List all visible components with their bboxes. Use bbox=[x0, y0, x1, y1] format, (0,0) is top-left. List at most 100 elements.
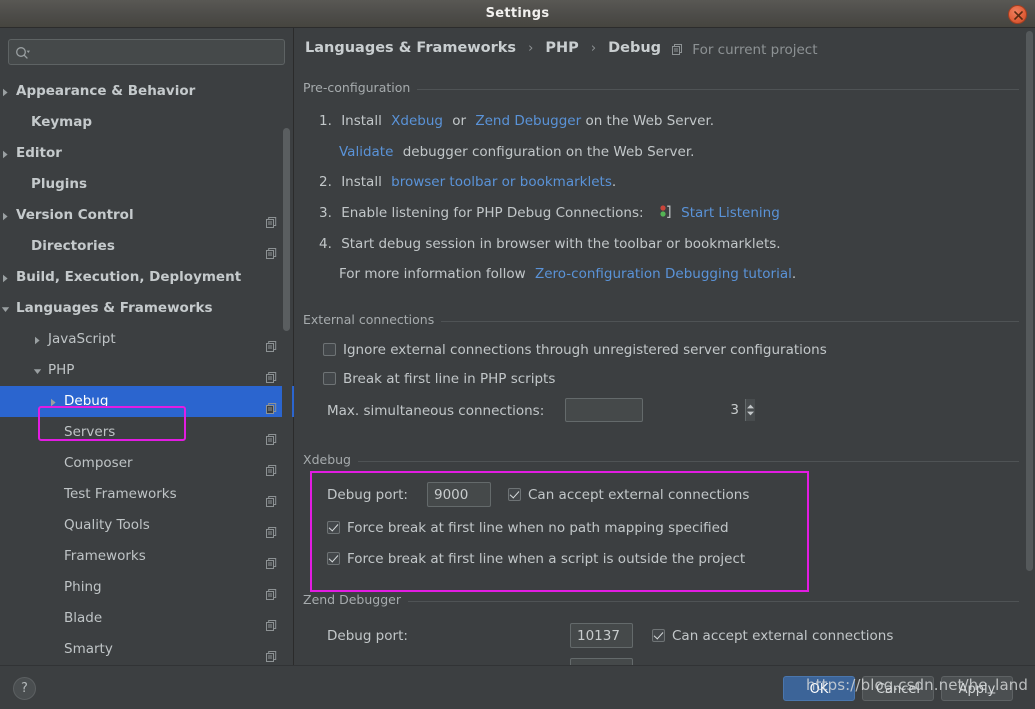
checkbox-box[interactable] bbox=[323, 343, 336, 356]
chevron-down-icon[interactable] bbox=[0, 293, 12, 324]
sidebar-scrollbar-track[interactable] bbox=[282, 76, 292, 665]
stepper-down-icon[interactable] bbox=[746, 411, 755, 416]
start-listening-icon[interactable] bbox=[659, 205, 672, 223]
max-connections-stepper[interactable] bbox=[565, 398, 755, 422]
close-icon[interactable] bbox=[1008, 5, 1027, 24]
sidebar-item-javascript[interactable]: JavaScript bbox=[0, 324, 294, 355]
checkbox-zend-accept-external[interactable]: Can accept external connections bbox=[652, 628, 893, 644]
chevron-right-icon[interactable] bbox=[0, 76, 12, 107]
preconfig-step-4: 4. Start debug session in browser with t… bbox=[319, 236, 781, 252]
checkbox-box[interactable] bbox=[327, 521, 340, 534]
sidebar-item-smarty[interactable]: Smarty bbox=[0, 634, 294, 665]
sidebar-item-keymap[interactable]: Keymap bbox=[0, 107, 294, 138]
sidebar-scrollbar-thumb[interactable] bbox=[283, 128, 290, 331]
breadcrumb-item-1[interactable]: PHP bbox=[545, 40, 578, 56]
zend-debugger-link[interactable]: Zend Debugger bbox=[475, 113, 581, 129]
group-external-connections: External connections bbox=[303, 312, 1019, 330]
window-title: Settings bbox=[485, 6, 550, 21]
sidebar-item-label: Debug bbox=[64, 393, 109, 409]
max-connections-input[interactable] bbox=[566, 399, 745, 421]
checkbox-force-break-no-path-mapping[interactable]: Force break at first line when no path m… bbox=[327, 520, 729, 536]
step-text: Install bbox=[341, 174, 382, 190]
sidebar-item-test-frameworks[interactable]: Test Frameworks bbox=[0, 479, 294, 510]
apply-button[interactable]: Apply bbox=[941, 676, 1013, 701]
breadcrumb-item-2[interactable]: Debug bbox=[608, 40, 661, 56]
chevron-right-icon[interactable] bbox=[48, 386, 60, 417]
ok-button[interactable]: OK bbox=[783, 676, 855, 701]
sidebar-item-composer[interactable]: Composer bbox=[0, 448, 294, 479]
sidebar-item-label: Test Frameworks bbox=[64, 486, 177, 502]
sidebar-item-phing[interactable]: Phing bbox=[0, 572, 294, 603]
checkbox-label: Ignore external connections through unre… bbox=[343, 342, 827, 358]
checkbox-box[interactable] bbox=[652, 629, 665, 642]
checkbox-label: Force break at first line when a script … bbox=[347, 551, 746, 567]
sidebar-item-appearance-behavior[interactable]: Appearance & Behavior bbox=[0, 76, 294, 107]
sidebar-item-debug[interactable]: Debug bbox=[0, 386, 294, 417]
step-number: 4. bbox=[319, 236, 332, 252]
group-title-zend-debugger: Zend Debugger bbox=[303, 592, 1019, 610]
checkbox-box[interactable] bbox=[323, 372, 336, 385]
sidebar-item-languages-frameworks[interactable]: Languages & Frameworks bbox=[0, 293, 294, 324]
sidebar-item-blade[interactable]: Blade bbox=[0, 603, 294, 634]
group-label: Xdebug bbox=[303, 452, 358, 467]
sidebar-item-directories[interactable]: Directories bbox=[0, 231, 294, 262]
group-rule bbox=[303, 461, 1019, 462]
xdebug-link[interactable]: Xdebug bbox=[391, 113, 443, 129]
chevron-right-icon[interactable] bbox=[0, 200, 12, 231]
sidebar-item-label: JavaScript bbox=[48, 331, 116, 347]
chevron-right-icon[interactable] bbox=[0, 262, 12, 293]
browser-toolbar-link[interactable]: browser toolbar or bookmarklets bbox=[391, 174, 612, 190]
group-label: Pre-configuration bbox=[303, 80, 418, 95]
stepper-buttons[interactable] bbox=[745, 399, 755, 421]
sidebar-item-label: Build, Execution, Deployment bbox=[16, 269, 242, 285]
breadcrumb-item-0[interactable]: Languages & Frameworks bbox=[305, 40, 516, 56]
sidebar-item-version-control[interactable]: Version Control bbox=[0, 200, 294, 231]
zero-config-tutorial-link[interactable]: Zero-configuration Debugging tutorial bbox=[535, 266, 792, 282]
sidebar-item-build-execution-deployment[interactable]: Build, Execution, Deployment bbox=[0, 262, 294, 293]
main-scrollbar-thumb[interactable] bbox=[1026, 31, 1033, 571]
sidebar-item-label: Servers bbox=[64, 424, 116, 440]
group-title-external-connections: External connections bbox=[303, 312, 1019, 330]
zend-debug-port-input[interactable] bbox=[570, 623, 633, 648]
group-label: Zend Debugger bbox=[303, 592, 408, 607]
sidebar-item-editor[interactable]: Editor bbox=[0, 138, 294, 169]
sidebar-item-php[interactable]: PHP bbox=[0, 355, 294, 386]
validate-link[interactable]: Validate bbox=[339, 144, 393, 160]
sidebar-item-frameworks[interactable]: Frameworks bbox=[0, 541, 294, 572]
max-connections-label: Max. simultaneous connections: bbox=[327, 403, 545, 419]
checkbox-label: Force break at first line when no path m… bbox=[347, 520, 729, 536]
sidebar-item-servers[interactable]: Servers bbox=[0, 417, 294, 448]
chevron-right-icon[interactable] bbox=[0, 138, 12, 169]
checkbox-box[interactable] bbox=[327, 552, 340, 565]
search-input[interactable] bbox=[8, 39, 285, 65]
sidebar-item-label: Editor bbox=[16, 145, 62, 161]
step-text: Install bbox=[341, 113, 382, 129]
checkbox-force-break-outside-project[interactable]: Force break at first line when a script … bbox=[327, 551, 745, 567]
group-title-preconfiguration: Pre-configuration bbox=[303, 80, 1019, 98]
stepper-up-icon[interactable] bbox=[746, 404, 755, 409]
cancel-button[interactable]: Cancel bbox=[862, 676, 934, 701]
module-icon bbox=[672, 43, 683, 59]
main-scrollbar-track[interactable] bbox=[1024, 28, 1035, 665]
settings-tree[interactable]: Appearance & Behavior Keymap Editor Plugins… bbox=[0, 76, 294, 665]
for-current-project-indicator: For current project bbox=[672, 42, 818, 59]
checkbox-box[interactable] bbox=[508, 488, 521, 501]
zend-debug-port-label: Debug port: bbox=[327, 628, 408, 644]
help-button[interactable]: ? bbox=[13, 677, 36, 700]
sidebar-item-quality-tools[interactable]: Quality Tools bbox=[0, 510, 294, 541]
xdebug-debug-port-input[interactable] bbox=[427, 482, 491, 507]
preconfig-step-2: 2. Install browser toolbar or bookmarkle… bbox=[319, 174, 616, 190]
checkbox-ignore-external-connections[interactable]: Ignore external connections through unre… bbox=[323, 342, 827, 358]
checkbox-xdebug-accept-external[interactable]: Can accept external connections bbox=[508, 487, 749, 503]
sidebar-item-label: Phing bbox=[64, 579, 102, 595]
zend-secondary-input[interactable] bbox=[570, 658, 633, 665]
settings-window: Settings Appearance & Behavior Keymap Edit… bbox=[0, 0, 1035, 709]
checkbox-break-first-line[interactable]: Break at first line in PHP scripts bbox=[323, 371, 555, 387]
start-listening-link[interactable]: Start Listening bbox=[681, 205, 780, 221]
settings-main-panel: Languages & Frameworks › PHP › Debug For… bbox=[295, 28, 1035, 665]
sidebar-item-plugins[interactable]: Plugins bbox=[0, 169, 294, 200]
chevron-down-icon[interactable] bbox=[32, 355, 44, 386]
chevron-right-icon[interactable] bbox=[32, 324, 44, 355]
step-number: 1. bbox=[319, 113, 332, 129]
group-zend-debugger: Zend Debugger bbox=[303, 592, 1019, 610]
